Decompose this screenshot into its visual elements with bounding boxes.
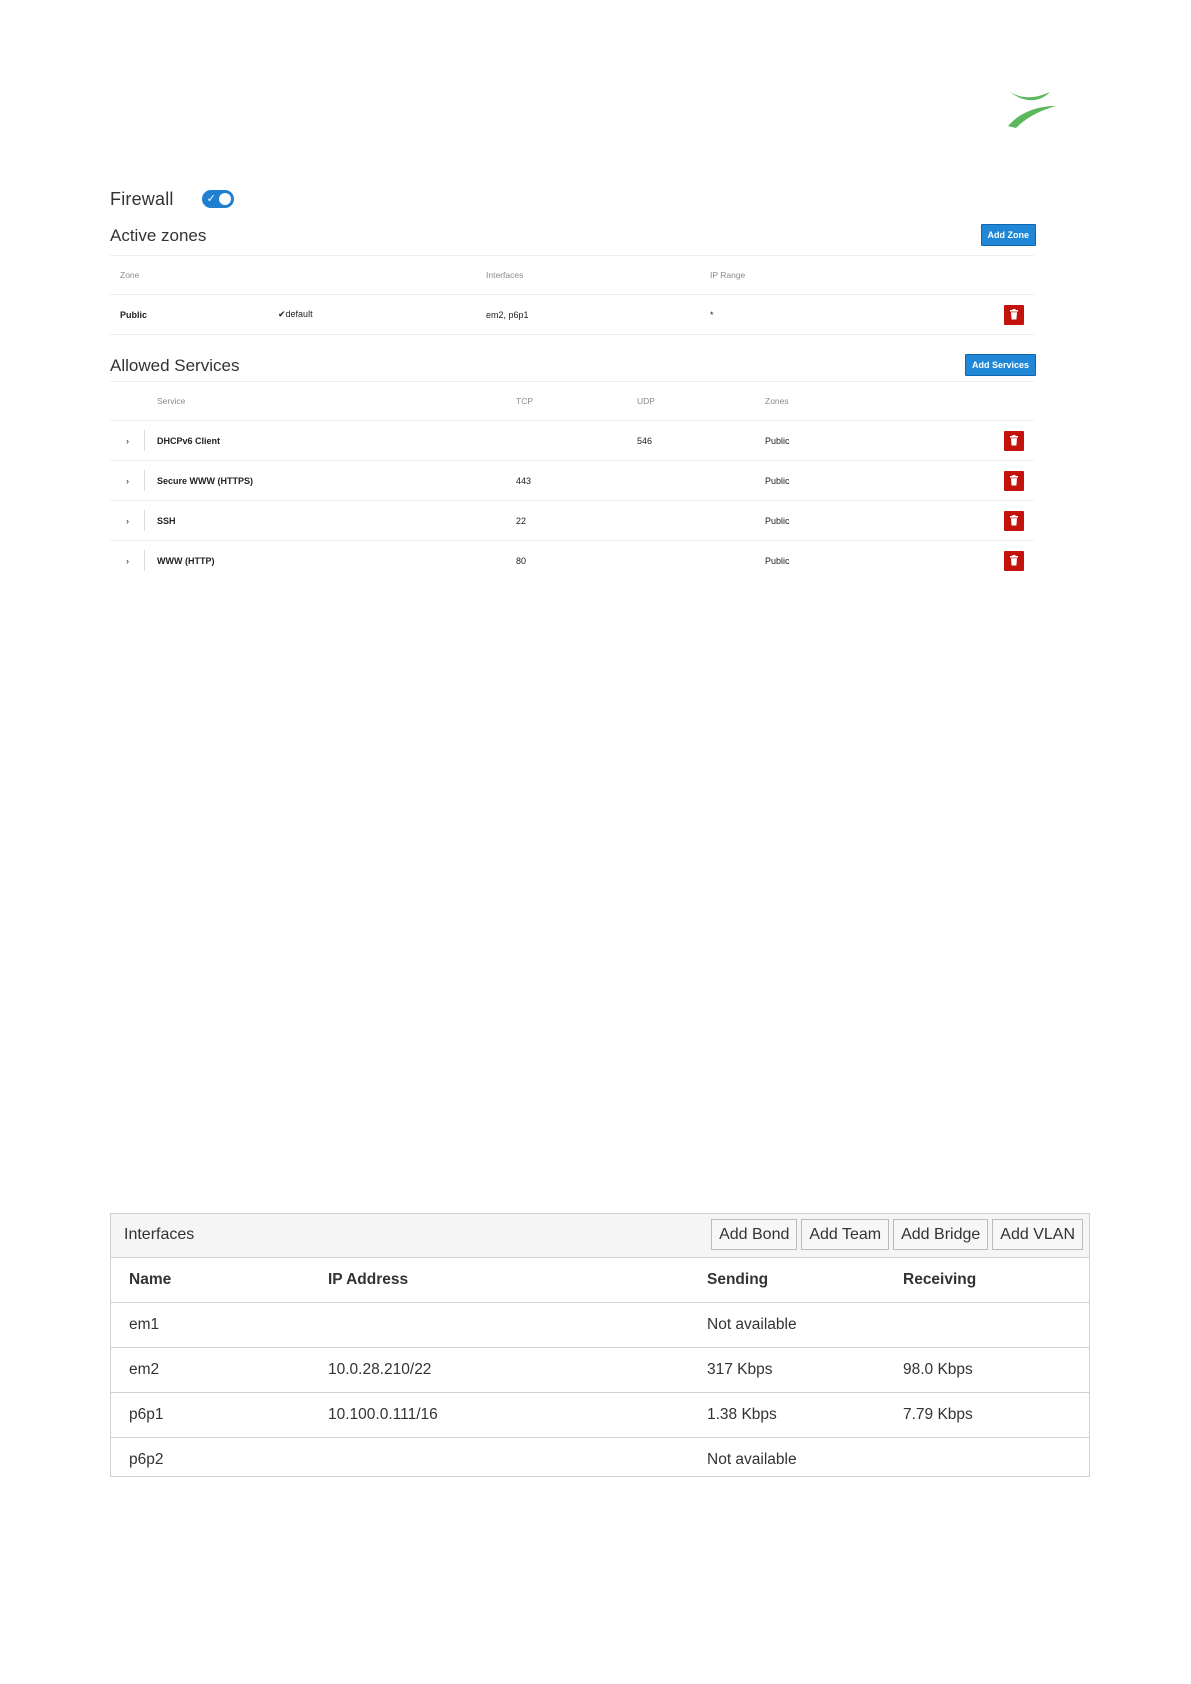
- interface-receiving: 98.0 Kbps: [903, 1361, 973, 1378]
- table-header-row: Service TCP UDP Zones: [110, 381, 1034, 421]
- table-header-row: Zone Interfaces IP Range: [110, 255, 1034, 295]
- table-row[interactable]: › Secure WWW (HTTPS) 443 Public: [110, 461, 1034, 501]
- delete-service-button[interactable]: [1004, 470, 1024, 491]
- trash-icon: [1010, 515, 1018, 526]
- expand-chevron-icon[interactable]: ›: [126, 501, 129, 540]
- service-zones: Public: [765, 515, 790, 526]
- table-row[interactable]: p6p2 Not available: [111, 1438, 1089, 1482]
- active-zones-header: Active zones Add Zone: [110, 222, 1036, 252]
- trash-icon: [1010, 555, 1018, 566]
- delete-zone-button[interactable]: [1004, 304, 1024, 325]
- delete-service-button[interactable]: [1004, 510, 1024, 531]
- interface-name: em1: [129, 1316, 160, 1333]
- zone-ip-range: *: [710, 309, 714, 320]
- interface-name: p6p2: [129, 1451, 164, 1468]
- default-badge: ✔default: [278, 309, 313, 319]
- firewall-toggle[interactable]: ✓: [201, 190, 234, 208]
- expand-chevron-icon[interactable]: ›: [126, 461, 129, 500]
- add-team-button[interactable]: Add Team: [801, 1219, 890, 1250]
- zone-name: Public: [120, 309, 148, 320]
- table-row[interactable]: › DHCPv6 Client 546 Public: [110, 421, 1034, 461]
- firewall-title-row: Firewall ✓: [110, 186, 1036, 212]
- allowed-services-table: Service TCP UDP Zones › DHCPv6 Client 54…: [110, 381, 1034, 580]
- table-row[interactable]: em1 Not available: [111, 1303, 1089, 1348]
- firewall-section: Firewall ✓ Active zones Add Zone: [110, 186, 1036, 252]
- interface-name: p6p1: [129, 1406, 164, 1423]
- service-zones: Public: [765, 435, 790, 446]
- interface-sending: Not available: [707, 1451, 797, 1468]
- interface-sending: Not available: [707, 1316, 797, 1333]
- delete-service-button[interactable]: [1004, 550, 1024, 571]
- brand-logo-icon: [1008, 92, 1056, 128]
- interfaces-actions: Add Bond Add Team Add Bridge Add VLAN: [711, 1219, 1083, 1250]
- firewall-title: Firewall: [110, 188, 174, 209]
- active-zones-title: Active zones: [110, 226, 207, 245]
- table-row[interactable]: Public ✔default em2, p6p1 *: [110, 295, 1034, 335]
- interface-receiving: 7.79 Kbps: [903, 1406, 973, 1423]
- allowed-services-title: Allowed Services: [110, 356, 240, 375]
- service-udp: 546: [637, 435, 653, 446]
- active-zones-table: Zone Interfaces IP Range Public ✔default…: [110, 255, 1034, 335]
- interface-ip: 10.100.0.111/16: [328, 1406, 438, 1423]
- column-header-name: Name: [129, 1271, 172, 1288]
- expand-chevron-icon[interactable]: ›: [126, 541, 129, 580]
- row-divider: [144, 470, 145, 491]
- toggle-check-icon: ✓: [206, 193, 216, 205]
- toggle-knob: [218, 193, 231, 205]
- trash-icon: [1010, 309, 1018, 320]
- interfaces-panel-header: Interfaces Add Bond Add Team Add Bridge …: [111, 1214, 1089, 1258]
- service-tcp: 22: [516, 515, 527, 526]
- zone-interfaces: em2, p6p1: [486, 309, 529, 320]
- delete-service-button[interactable]: [1004, 430, 1024, 451]
- add-bridge-button[interactable]: Add Bridge: [893, 1219, 989, 1250]
- column-header-receiving: Receiving: [903, 1271, 977, 1288]
- interface-ip: 10.0.28.210/22: [328, 1361, 432, 1378]
- column-header-tcp: TCP: [516, 396, 533, 406]
- add-bond-button[interactable]: Add Bond: [711, 1219, 798, 1250]
- trash-icon: [1010, 435, 1018, 446]
- add-services-button[interactable]: Add Services: [964, 354, 1036, 376]
- row-divider: [144, 550, 145, 571]
- column-header-zones: Zones: [765, 396, 789, 406]
- table-row[interactable]: › WWW (HTTP) 80 Public: [110, 541, 1034, 580]
- interfaces-panel: Interfaces Add Bond Add Team Add Bridge …: [110, 1213, 1090, 1477]
- row-divider: [144, 510, 145, 531]
- service-zones: Public: [765, 555, 790, 566]
- column-header-service: Service: [157, 396, 186, 406]
- service-tcp: 80: [516, 555, 527, 566]
- column-header-zone: Zone: [120, 270, 140, 280]
- row-divider: [144, 430, 145, 451]
- interfaces-title: Interfaces: [124, 1226, 195, 1243]
- column-header-interfaces: Interfaces: [486, 270, 524, 280]
- trash-icon: [1010, 475, 1018, 486]
- add-zone-button[interactable]: Add Zone: [980, 224, 1036, 246]
- table-row[interactable]: p6p1 10.100.0.111/16 1.38 Kbps 7.79 Kbps: [111, 1393, 1089, 1438]
- interface-name: em2: [129, 1361, 160, 1378]
- column-header-ip-range: IP Range: [710, 270, 746, 280]
- add-vlan-button[interactable]: Add VLAN: [992, 1219, 1083, 1250]
- service-name: Secure WWW (HTTPS): [157, 475, 253, 486]
- table-row[interactable]: em2 10.0.28.210/22 317 Kbps 98.0 Kbps: [111, 1348, 1089, 1393]
- table-row[interactable]: › SSH 22 Public: [110, 501, 1034, 541]
- service-zones: Public: [765, 475, 790, 486]
- column-header-udp: UDP: [637, 396, 655, 406]
- service-name: DHCPv6 Client: [157, 435, 221, 446]
- allowed-services-header: Allowed Services Add Services: [110, 352, 1036, 382]
- expand-chevron-icon[interactable]: ›: [126, 421, 129, 460]
- column-header-ip-address: IP Address: [328, 1271, 409, 1288]
- service-name: SSH: [157, 515, 176, 526]
- service-name: WWW (HTTP): [157, 555, 215, 566]
- interface-sending: 317 Kbps: [707, 1361, 773, 1378]
- interface-sending: 1.38 Kbps: [707, 1406, 777, 1423]
- service-tcp: 443: [516, 475, 532, 486]
- table-header-row: Name IP Address Sending Receiving: [111, 1258, 1089, 1303]
- column-header-sending: Sending: [707, 1271, 769, 1288]
